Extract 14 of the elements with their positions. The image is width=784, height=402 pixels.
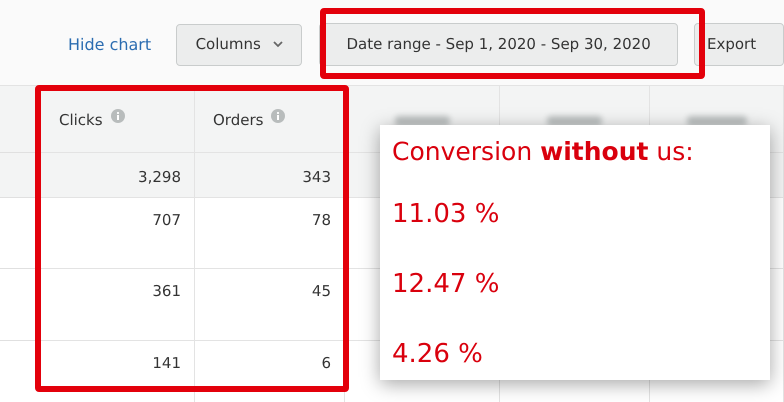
conversion-rate: 4.26 % <box>392 338 484 370</box>
export-button[interactable]: Export <box>694 23 784 66</box>
column-header: Orders <box>213 110 264 131</box>
table-cell: 3,298 <box>40 153 195 198</box>
conversion-rate: 12.47 % <box>392 268 500 300</box>
column-header: Clicks <box>59 110 103 131</box>
annotation-title: Conversion without us: <box>392 136 695 168</box>
table-cell: 343 <box>195 153 345 198</box>
hide-chart-link[interactable]: Hide chart <box>68 32 152 56</box>
date-range-button[interactable]: Date range - Sep 1, 2020 - Sep 30, 2020 <box>319 23 678 66</box>
conversion-rate: 11.03 % <box>392 198 500 230</box>
table-cell: 361 <box>40 269 195 341</box>
table-cell: 707 <box>40 198 195 269</box>
columns-button[interactable]: Columns <box>176 24 302 66</box>
